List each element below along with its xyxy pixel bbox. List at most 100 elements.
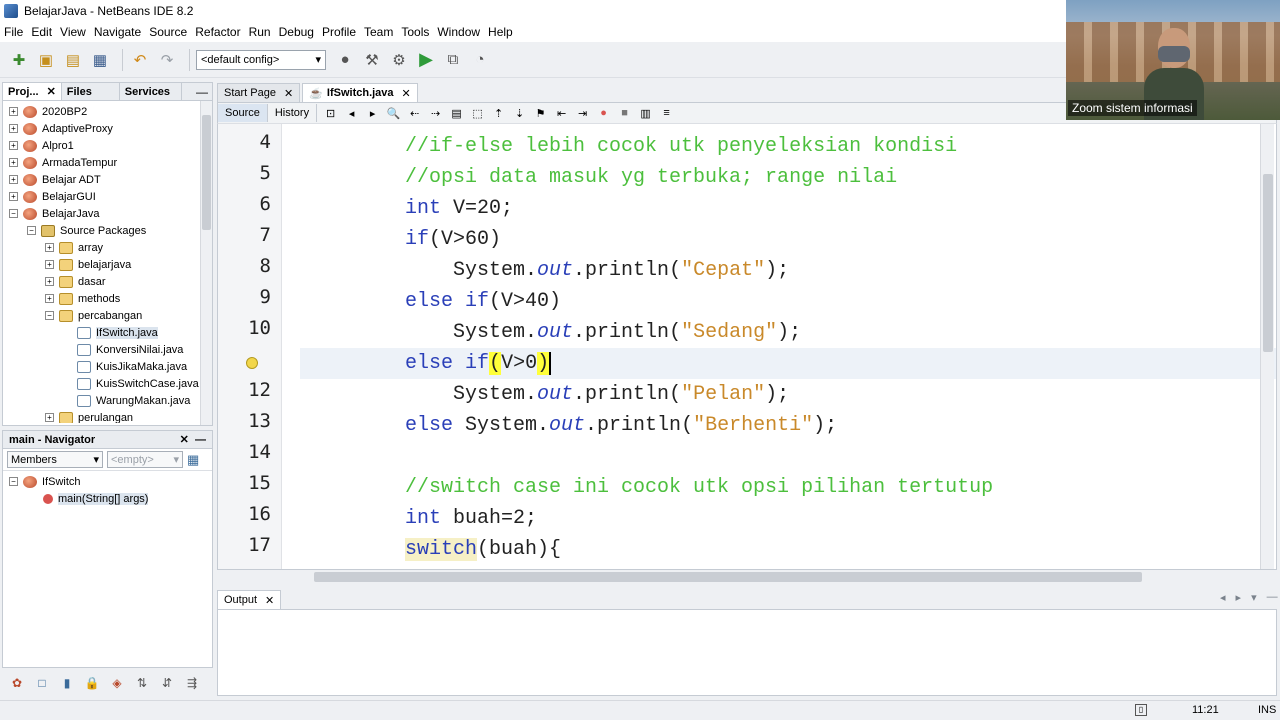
close-icon[interactable]: ✕ <box>284 87 293 100</box>
menu-tools[interactable]: Tools <box>401 25 429 39</box>
close-icon[interactable]: ✕ — <box>180 433 206 446</box>
config-select[interactable]: <default config> ▾ <box>196 49 326 70</box>
rect-select-icon[interactable]: ⬚ <box>470 106 485 121</box>
close-icon[interactable]: ✕ <box>402 87 411 100</box>
scrollbar-thumb[interactable] <box>202 115 211 230</box>
menu-team[interactable]: Team <box>364 25 393 39</box>
subtab-source[interactable]: Source <box>218 104 268 122</box>
back-icon[interactable]: ◂ <box>344 106 359 121</box>
shift-left-icon[interactable]: ⇤ <box>554 106 569 121</box>
menu-navigate[interactable]: Navigate <box>94 25 141 39</box>
code-line[interactable]: //switch case ini cocok utk opsi pilihan… <box>405 472 1255 503</box>
insert-mode[interactable]: INS <box>1258 704 1276 716</box>
find-next-icon[interactable]: ⇢ <box>428 106 443 121</box>
code-line[interactable]: else if(V>0) <box>300 348 1276 379</box>
chevron-down-icon[interactable]: ▾ <box>1251 591 1257 604</box>
tree-node[interactable]: KuisJikaMaka.java <box>3 358 212 375</box>
code-line[interactable]: else System.out.println("Berhenti"); <box>405 410 1255 441</box>
projects-scrollbar[interactable] <box>200 101 212 425</box>
code-line[interactable]: int V=20; <box>405 193 1255 224</box>
expand-icon[interactable]: + <box>45 294 54 303</box>
stop-macro-icon[interactable]: ■ <box>617 106 632 121</box>
expand-icon[interactable]: + <box>45 413 54 422</box>
forward-icon[interactable]: ▸ <box>365 106 380 121</box>
menu-help[interactable]: Help <box>488 25 513 39</box>
tree-node[interactable]: + Belajar ADT <box>3 171 212 188</box>
code-line[interactable]: else if(V>40) <box>405 286 1255 317</box>
tree-node[interactable]: KuisSwitchCase.java <box>3 375 212 392</box>
undo-icon[interactable]: ↶ <box>129 49 151 71</box>
collapse-icon[interactable]: − <box>27 226 36 235</box>
menu-debug[interactable]: Debug <box>279 25 314 39</box>
navigator-class-node[interactable]: − IfSwitch <box>3 473 212 490</box>
code-line[interactable]: switch(buah){ <box>405 534 1255 565</box>
expand-icon[interactable]: + <box>9 107 18 116</box>
tab-projects[interactable]: Proj... ✕ <box>3 83 62 100</box>
code-line[interactable] <box>405 441 1255 472</box>
code-editor[interactable]: 4 5 6 7 8 9 10 12 13 14 15 16 17 //if-else lebih coc… <box>217 124 1277 570</box>
tree-node[interactable]: + BelajarGUI <box>3 188 212 205</box>
minimize-icon[interactable]: — <box>1267 591 1278 604</box>
tab-files[interactable]: Files <box>62 83 120 100</box>
new-file-icon[interactable]: ✚ <box>8 49 30 71</box>
expand-icon[interactable]: + <box>45 260 54 269</box>
run-icon[interactable]: ▶ <box>415 49 437 71</box>
tree-node[interactable]: + array <box>3 239 212 256</box>
clean-build-icon[interactable]: ⚙ <box>388 49 410 71</box>
collapse-icon[interactable]: − <box>9 477 18 486</box>
target-icon[interactable]: ● <box>334 49 356 71</box>
expand-icon[interactable]: + <box>9 192 18 201</box>
tree-node[interactable]: + belajarjava <box>3 256 212 273</box>
tree-node[interactable]: +2020BP2 <box>3 103 212 120</box>
code-area[interactable]: //if-else lebih cocok utk penyeleksian k… <box>300 124 1276 569</box>
navigator-method-node[interactable]: main(String[] args) <box>3 490 212 507</box>
uncomment-icon[interactable]: ≡ <box>659 106 674 121</box>
next-bookmark-icon[interactable]: ⇣ <box>512 106 527 121</box>
editor-horizontal-scrollbar[interactable] <box>300 570 1250 584</box>
profile-icon[interactable]: ◔ <box>469 49 491 71</box>
menu-view[interactable]: View <box>60 25 86 39</box>
fields-filter-icon[interactable]: □ <box>33 674 51 692</box>
code-line[interactable]: //if-else lebih cocok utk penyeleksian k… <box>405 131 1255 162</box>
find-icon[interactable]: 🔍 <box>386 106 401 121</box>
code-line[interactable]: //opsi data masuk yg terbuka; range nila… <box>405 162 1255 193</box>
last-edit-icon[interactable]: ⊡ <box>323 106 338 121</box>
build-hammer-icon[interactable]: ⚒ <box>361 49 383 71</box>
find-prev-icon[interactable]: ⇠ <box>407 106 422 121</box>
tree-node[interactable]: + AdaptiveProxy <box>3 120 212 137</box>
code-line[interactable]: int buah=2; <box>405 503 1255 534</box>
tab-services[interactable]: Services <box>120 83 182 100</box>
code-line[interactable]: System.out.println("Sedang"); <box>405 317 1255 348</box>
tree-node[interactable]: + Alpro1 <box>3 137 212 154</box>
toggle-bookmark-icon[interactable]: ⚑ <box>533 106 548 121</box>
expand-icon[interactable]: + <box>9 175 18 184</box>
sort-source-icon[interactable]: ⇶ <box>183 674 201 692</box>
tab-output[interactable]: Output ✕ <box>217 590 282 609</box>
expand-icon[interactable]: + <box>9 124 18 133</box>
output-window[interactable] <box>217 610 1277 696</box>
open-project-icon[interactable]: ▤ <box>62 49 84 71</box>
sort-icon[interactable]: ⇅ <box>133 674 151 692</box>
menu-source[interactable]: Source <box>149 25 187 39</box>
code-line[interactable]: System.out.println("Cepat"); <box>405 255 1255 286</box>
tree-node[interactable]: − percabangan <box>3 307 212 324</box>
editor-vertical-scrollbar[interactable] <box>1260 124 1274 569</box>
tree-node[interactable]: + methods <box>3 290 212 307</box>
scrollbar-thumb[interactable] <box>314 572 1142 582</box>
comment-icon[interactable]: ▥ <box>638 106 653 121</box>
scroll-right-icon[interactable]: ▸ <box>1236 591 1242 604</box>
toggle-highlight-icon[interactable]: ▤ <box>449 106 464 121</box>
close-icon[interactable]: ✕ <box>47 85 56 98</box>
menu-refactor[interactable]: Refactor <box>195 25 240 39</box>
close-icon[interactable]: ✕ <box>265 594 274 607</box>
scroll-left-icon[interactable]: ◂ <box>1220 591 1226 604</box>
tree-node[interactable]: + ArmadaTempur <box>3 154 212 171</box>
layout-icon[interactable]: ▦ <box>187 452 199 468</box>
tab-ifswitch[interactable]: ☕ IfSwitch.java ✕ <box>302 83 418 102</box>
code-line[interactable]: System.out.println("Pelan"); <box>405 379 1255 410</box>
expand-icon[interactable]: + <box>45 277 54 286</box>
hierarchy-icon[interactable]: ✿ <box>8 674 26 692</box>
minimize-icon[interactable]: — <box>182 83 212 100</box>
menu-file[interactable]: File <box>4 25 23 39</box>
start-macro-icon[interactable]: ● <box>596 106 611 121</box>
